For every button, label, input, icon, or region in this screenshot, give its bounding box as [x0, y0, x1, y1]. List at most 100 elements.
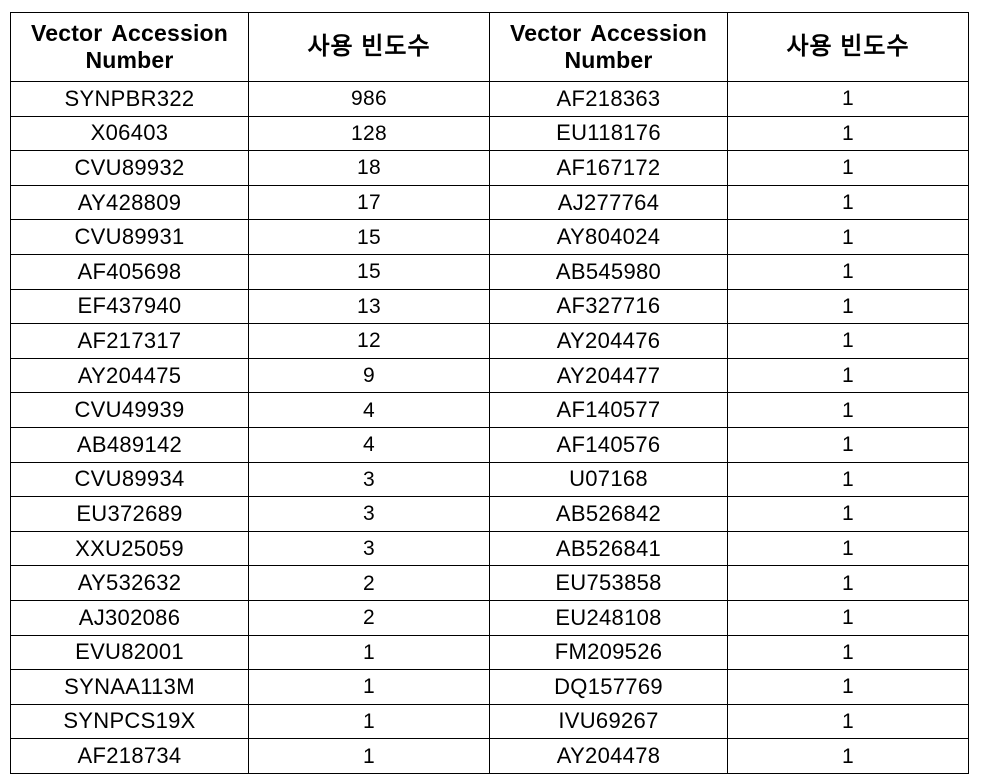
cell-accession-right: AF140577 [489, 392, 728, 428]
column-header-accession-right-line2: Number [564, 47, 653, 73]
cell-accession-right: AF218363 [489, 81, 728, 117]
table-row: CVU49939 4 AF140577 1 [10, 392, 969, 428]
table-row: X06403 128 EU118176 1 [10, 115, 969, 152]
header-row: Vector Accession Number 사용 빈도수 Vector Ac… [10, 12, 969, 82]
column-header-accession-left-line2: Number [85, 47, 174, 73]
column-header-frequency-right-label: 사용 빈도수 [786, 32, 910, 60]
cell-frequency-right: 1 [727, 461, 969, 498]
cell-frequency-left: 9 [248, 357, 490, 394]
table-row: AY204475 9 AY204477 1 [10, 357, 969, 394]
column-header-frequency-left: 사용 빈도수 [248, 12, 490, 82]
cell-frequency-right: 1 [727, 738, 969, 774]
cell-frequency-right: 1 [727, 426, 969, 463]
cell-accession-left: XXU25059 [10, 530, 249, 567]
table-row: CVU89934 3 U07168 1 [10, 461, 969, 498]
cell-frequency-left: 17 [248, 184, 490, 221]
table-row: EVU82001 1 FM209526 1 [10, 634, 969, 671]
cell-frequency-right: 1 [727, 599, 969, 636]
cell-accession-left: EF437940 [10, 288, 249, 325]
cell-frequency-left: 12 [248, 323, 490, 359]
cell-frequency-right: 1 [727, 219, 969, 255]
cell-accession-left: AY428809 [10, 184, 249, 221]
table-row: CVU89931 15 AY804024 1 [10, 219, 969, 255]
table-row: AJ302086 2 EU248108 1 [10, 599, 969, 636]
page-root: Vector Accession Number 사용 빈도수 Vector Ac… [0, 0, 982, 774]
cell-frequency-right: 1 [727, 669, 969, 705]
cell-accession-left: SYNPBR322 [10, 81, 249, 117]
table-row: AY428809 17 AJ277764 1 [10, 184, 969, 221]
cell-frequency-right: 1 [727, 703, 969, 740]
table-row: AF218734 1 AY204478 1 [10, 738, 969, 774]
cell-accession-left: CVU89934 [10, 461, 249, 498]
column-header-accession-right: Vector Accession Number [489, 12, 728, 82]
cell-frequency-left: 3 [248, 530, 490, 567]
cell-frequency-left: 4 [248, 392, 490, 428]
table-row: CVU89932 18 AF167172 1 [10, 150, 969, 186]
cell-frequency-right: 1 [727, 634, 969, 671]
cell-accession-right: AF167172 [489, 150, 728, 186]
table-body: SYNPBR322 986 AF218363 1 X06403 128 EU118176 1 C… [10, 81, 969, 774]
cell-accession-left: AF218734 [10, 738, 249, 774]
cell-accession-left: AY204475 [10, 357, 249, 394]
cell-frequency-left: 3 [248, 461, 490, 498]
cell-frequency-right: 1 [727, 115, 969, 152]
cell-accession-right: AB526841 [489, 530, 728, 567]
cell-accession-left: AY532632 [10, 565, 249, 601]
cell-frequency-right: 1 [727, 81, 969, 117]
cell-frequency-right: 1 [727, 565, 969, 601]
column-header-frequency-right: 사용 빈도수 [727, 12, 969, 82]
cell-frequency-left: 1 [248, 703, 490, 740]
column-header-accession-right-line1: Vector Accession [509, 19, 708, 46]
cell-frequency-right: 1 [727, 253, 969, 290]
cell-frequency-left: 128 [248, 115, 490, 152]
cell-frequency-left: 1 [248, 634, 490, 671]
cell-frequency-right: 1 [727, 150, 969, 186]
cell-frequency-right: 1 [727, 392, 969, 428]
cell-frequency-left: 2 [248, 599, 490, 636]
cell-frequency-left: 15 [248, 253, 490, 290]
cell-frequency-right: 1 [727, 357, 969, 394]
cell-frequency-right: 1 [727, 496, 969, 532]
cell-accession-left: CVU49939 [10, 392, 249, 428]
cell-frequency-left: 3 [248, 496, 490, 532]
table-row: AF405698 15 AB545980 1 [10, 253, 969, 290]
cell-accession-right: FM209526 [489, 634, 728, 671]
cell-frequency-left: 18 [248, 150, 490, 186]
cell-accession-left: SYNAA113M [10, 669, 249, 705]
table-row: AF217317 12 AY204476 1 [10, 323, 969, 359]
table-row: EU372689 3 AB526842 1 [10, 496, 969, 532]
table-header: Vector Accession Number 사용 빈도수 Vector Ac… [10, 12, 969, 82]
table-row: SYNAA113M 1 DQ157769 1 [10, 669, 969, 705]
cell-accession-right: EU118176 [489, 115, 728, 152]
table-row: SYNPBR322 986 AF218363 1 [10, 81, 969, 117]
cell-accession-left: EU372689 [10, 496, 249, 532]
cell-frequency-left: 15 [248, 219, 490, 255]
cell-accession-left: EVU82001 [10, 634, 249, 671]
cell-accession-left: CVU89932 [10, 150, 249, 186]
cell-frequency-left: 986 [248, 81, 490, 117]
cell-accession-left: CVU89931 [10, 219, 249, 255]
cell-accession-left: SYNPCS19X [10, 703, 249, 740]
cell-accession-right: AB545980 [489, 253, 728, 290]
cell-accession-right: AF140576 [489, 426, 728, 463]
column-header-accession-left: Vector Accession Number [10, 12, 249, 82]
vector-accession-frequency-table: Vector Accession Number 사용 빈도수 Vector Ac… [10, 12, 969, 774]
cell-accession-right: AB526842 [489, 496, 728, 532]
cell-accession-right: AJ277764 [489, 184, 728, 221]
cell-accession-left: AF405698 [10, 253, 249, 290]
cell-accession-right: AY804024 [489, 219, 728, 255]
cell-accession-left: AJ302086 [10, 599, 249, 636]
cell-frequency-left: 1 [248, 669, 490, 705]
cell-accession-left: AF217317 [10, 323, 249, 359]
column-header-accession-left-line1: Vector Accession [30, 19, 229, 46]
cell-accession-right: IVU69267 [489, 703, 728, 740]
cell-accession-right: AF327716 [489, 288, 728, 325]
cell-frequency-right: 1 [727, 323, 969, 359]
cell-frequency-right: 1 [727, 288, 969, 325]
cell-frequency-right: 1 [727, 184, 969, 221]
cell-accession-right: AY204476 [489, 323, 728, 359]
cell-frequency-left: 2 [248, 565, 490, 601]
cell-accession-right: AY204478 [489, 738, 728, 774]
table-row: AY532632 2 EU753858 1 [10, 565, 969, 601]
vector-accession-frequency-table-container: Vector Accession Number 사용 빈도수 Vector Ac… [10, 12, 969, 774]
